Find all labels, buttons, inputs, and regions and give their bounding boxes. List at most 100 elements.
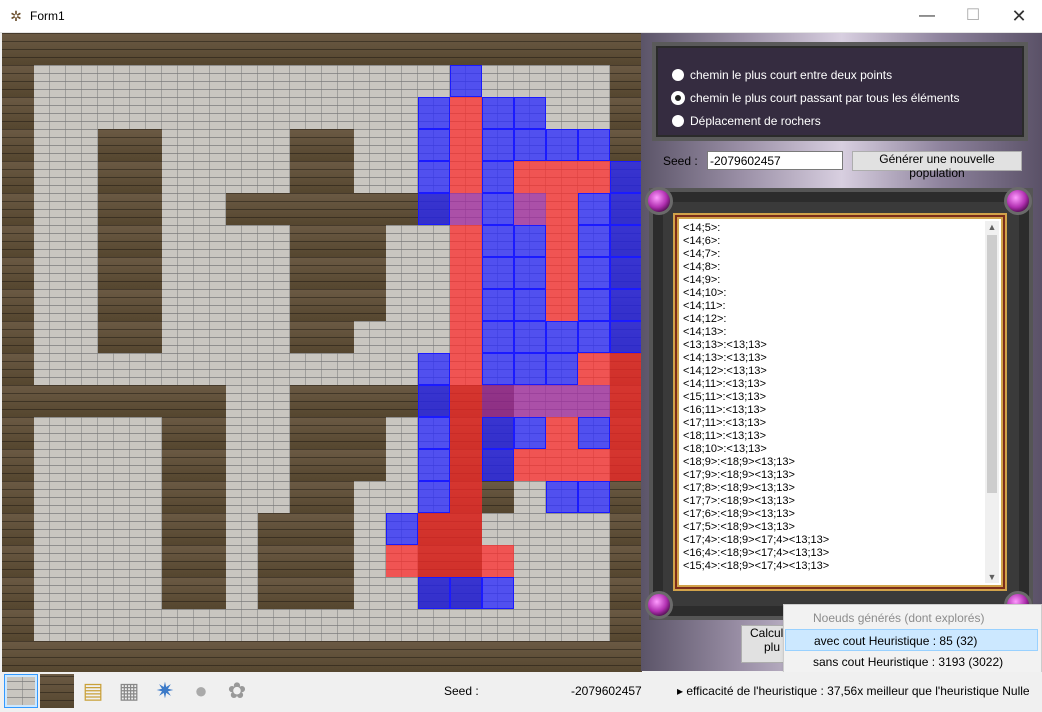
floor-tile[interactable] bbox=[354, 481, 386, 513]
wall-tile[interactable] bbox=[258, 641, 290, 673]
wall-tile[interactable] bbox=[290, 417, 322, 449]
crystal-icon[interactable]: ✷ bbox=[148, 674, 182, 708]
floor-tile[interactable] bbox=[514, 481, 546, 513]
minimize-button[interactable]: — bbox=[904, 0, 950, 32]
floor-tile[interactable] bbox=[578, 513, 610, 545]
wall-tile[interactable] bbox=[290, 129, 322, 161]
wall-tile[interactable] bbox=[354, 33, 386, 65]
floor-tile[interactable] bbox=[162, 65, 194, 97]
wall-tile[interactable] bbox=[2, 513, 34, 545]
floor-tile[interactable] bbox=[418, 65, 450, 97]
floor-tile[interactable] bbox=[354, 609, 386, 641]
floor-tile[interactable] bbox=[354, 321, 386, 353]
wall-tile[interactable] bbox=[322, 193, 354, 225]
wall-tile[interactable] bbox=[290, 513, 322, 545]
list-item[interactable]: <17;9>:<18;9><13;13> bbox=[683, 469, 987, 482]
wall-tile[interactable] bbox=[258, 193, 290, 225]
wall-tile[interactable] bbox=[226, 641, 258, 673]
floor-tile[interactable] bbox=[194, 257, 226, 289]
floor-tile[interactable] bbox=[258, 609, 290, 641]
floor-tile[interactable] bbox=[226, 97, 258, 129]
wall-tile[interactable] bbox=[290, 385, 322, 417]
wall-tile[interactable] bbox=[66, 385, 98, 417]
wall-tile[interactable] bbox=[98, 289, 130, 321]
wall-tile[interactable] bbox=[610, 129, 642, 161]
wall-tile[interactable] bbox=[162, 33, 194, 65]
wall-tile[interactable] bbox=[2, 161, 34, 193]
wall-tile[interactable] bbox=[194, 513, 226, 545]
list-item[interactable]: <14;11>:<13;13> bbox=[683, 378, 987, 391]
floor-tile[interactable] bbox=[66, 97, 98, 129]
floor-tile[interactable] bbox=[546, 97, 578, 129]
floor-tile[interactable] bbox=[66, 129, 98, 161]
wall-tile[interactable] bbox=[162, 513, 194, 545]
maximize-button[interactable]: ☐ bbox=[950, 0, 996, 32]
floor-tile[interactable] bbox=[258, 225, 290, 257]
wall-tile[interactable] bbox=[258, 577, 290, 609]
floor-tile[interactable] bbox=[514, 65, 546, 97]
floor-tile[interactable] bbox=[66, 577, 98, 609]
floor-tile[interactable] bbox=[226, 577, 258, 609]
floor-tile[interactable] bbox=[546, 65, 578, 97]
floor-tile[interactable] bbox=[194, 225, 226, 257]
wall-tile[interactable] bbox=[2, 577, 34, 609]
wall-tile[interactable] bbox=[482, 33, 514, 65]
wall-tile[interactable] bbox=[610, 577, 642, 609]
floor-tile[interactable] bbox=[162, 289, 194, 321]
menu-item-without-heuristic[interactable]: sans cout Heuristique : 3193 (3022) bbox=[785, 651, 1038, 673]
wall-tile[interactable] bbox=[130, 385, 162, 417]
floor-tile[interactable] bbox=[258, 129, 290, 161]
floor-tile[interactable] bbox=[66, 321, 98, 353]
coins-icon[interactable]: ▤ bbox=[76, 674, 110, 708]
floor-tile[interactable] bbox=[418, 321, 450, 353]
floor-tile[interactable] bbox=[226, 545, 258, 577]
floor-tile[interactable] bbox=[226, 481, 258, 513]
wall-tile[interactable] bbox=[386, 193, 418, 225]
scroll-up-icon[interactable]: ▲ bbox=[985, 221, 999, 233]
wall-tile[interactable] bbox=[290, 193, 322, 225]
floor-tile[interactable] bbox=[98, 577, 130, 609]
wall-tile[interactable] bbox=[578, 641, 610, 673]
floor-tile[interactable] bbox=[546, 609, 578, 641]
wall-tile[interactable] bbox=[194, 641, 226, 673]
floor-tile[interactable] bbox=[66, 481, 98, 513]
heuristic-efficiency-dropdown[interactable]: ▸ efficacité de l'heuristique : 37,56x m… bbox=[677, 684, 1030, 698]
wall-tile[interactable] bbox=[130, 257, 162, 289]
wall-tile[interactable] bbox=[386, 33, 418, 65]
wall-tile[interactable] bbox=[610, 33, 642, 65]
wall-tile[interactable] bbox=[162, 481, 194, 513]
wall-tile[interactable] bbox=[2, 289, 34, 321]
wall-tile[interactable] bbox=[2, 417, 34, 449]
wall-tile-icon[interactable] bbox=[40, 674, 74, 708]
wall-tile[interactable] bbox=[290, 545, 322, 577]
wall-tile[interactable] bbox=[162, 577, 194, 609]
floor-tile[interactable] bbox=[34, 193, 66, 225]
wall-tile[interactable] bbox=[194, 481, 226, 513]
wall-tile[interactable] bbox=[578, 33, 610, 65]
wall-tile[interactable] bbox=[322, 289, 354, 321]
floor-tile[interactable] bbox=[546, 577, 578, 609]
wall-tile[interactable] bbox=[322, 385, 354, 417]
list-item[interactable]: <17;6>:<18;9><13;13> bbox=[683, 508, 987, 521]
floor-tile[interactable] bbox=[546, 513, 578, 545]
wall-tile[interactable] bbox=[162, 545, 194, 577]
floor-tile[interactable] bbox=[34, 321, 66, 353]
wall-tile[interactable] bbox=[98, 257, 130, 289]
floor-tile[interactable] bbox=[34, 417, 66, 449]
floor-tile[interactable] bbox=[226, 161, 258, 193]
wall-tile[interactable] bbox=[610, 545, 642, 577]
wall-tile[interactable] bbox=[194, 449, 226, 481]
wall-tile[interactable] bbox=[322, 321, 354, 353]
wall-tile[interactable] bbox=[322, 481, 354, 513]
wall-tile[interactable] bbox=[162, 449, 194, 481]
floor-tile[interactable] bbox=[386, 577, 418, 609]
list-item[interactable]: <13;13>:<13;13> bbox=[683, 339, 987, 352]
list-item[interactable]: <14;7>: bbox=[683, 248, 987, 261]
wall-tile[interactable] bbox=[386, 641, 418, 673]
list-item[interactable]: <18;11>:<13;13> bbox=[683, 430, 987, 443]
floor-tile[interactable] bbox=[226, 65, 258, 97]
wall-tile[interactable] bbox=[322, 225, 354, 257]
wall-tile[interactable] bbox=[354, 641, 386, 673]
wall-tile[interactable] bbox=[322, 33, 354, 65]
floor-tile[interactable] bbox=[66, 193, 98, 225]
